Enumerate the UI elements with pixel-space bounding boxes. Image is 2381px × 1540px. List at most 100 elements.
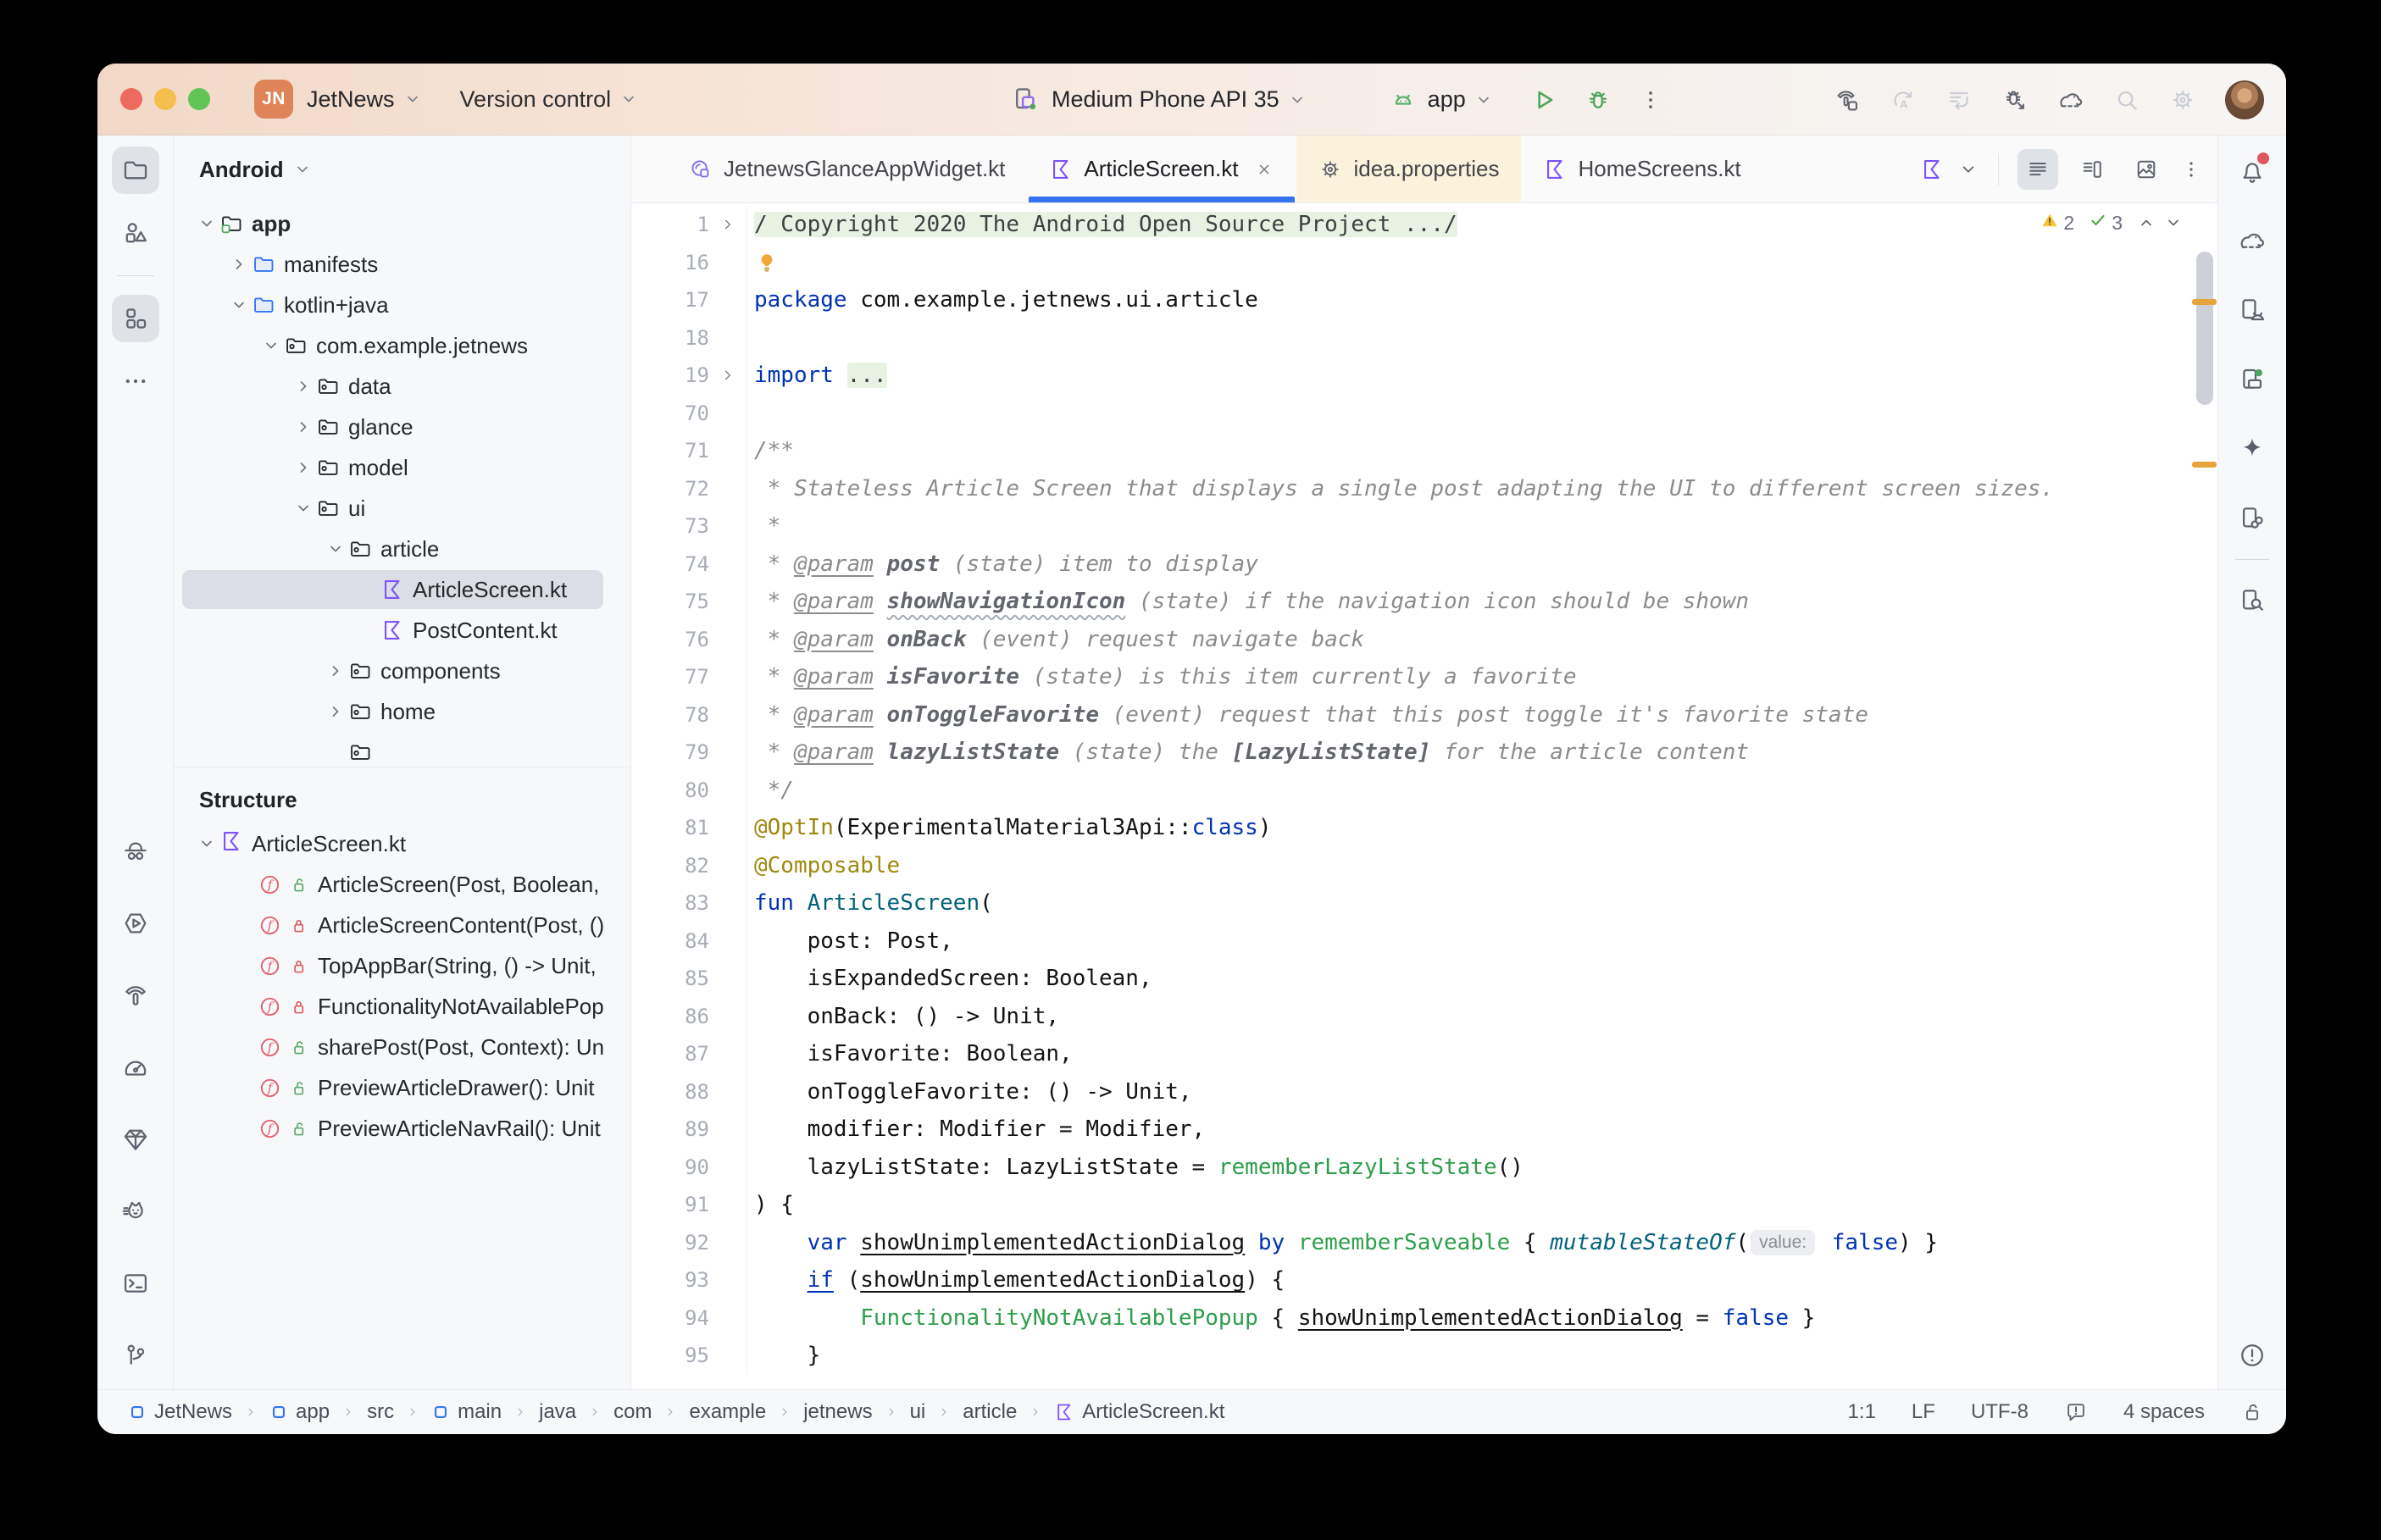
tab-ArticleScreen.kt[interactable]: ArticleScreen.kt <box>1027 136 1296 202</box>
settings-icon[interactable] <box>2169 86 2196 114</box>
intention-bulb-icon[interactable] <box>754 250 780 275</box>
encoding[interactable]: UTF-8 <box>1971 1400 2029 1424</box>
structure-function-ArticleScreen[interactable]: fArticleScreen(Post, Boolean, <box>174 864 630 905</box>
next-problem-icon[interactable] <box>2163 213 2184 233</box>
tree-chevron-icon[interactable] <box>291 417 316 437</box>
zoom-window-button[interactable] <box>188 88 210 110</box>
code-line-83[interactable]: 83fun ArticleScreen( <box>631 884 2217 922</box>
code-line-90[interactable]: 90 lazyListState: LazyListState = rememb… <box>631 1149 2217 1187</box>
resource-manager-icon[interactable] <box>112 209 159 257</box>
code-line-85[interactable]: 85 isExpandedScreen: Boolean, <box>631 960 2217 998</box>
code-line-94[interactable]: 94 FunctionalityNotAvailablePopup { show… <box>631 1299 2217 1338</box>
project-view-selector[interactable]: Android <box>199 157 284 183</box>
tab-HomeScreens.kt[interactable]: HomeScreens.kt <box>1521 136 1762 202</box>
breadcrumb-item-src[interactable]: src <box>367 1400 394 1424</box>
breadcrumb-item-ArticleScreen.kt[interactable]: ArticleScreen.kt <box>1054 1400 1224 1424</box>
code-line-81[interactable]: 81@OptIn(ExperimentalMaterial3Api::class… <box>631 809 2217 847</box>
tree-chevron-icon[interactable] <box>291 457 316 478</box>
line-ending[interactable]: LF <box>1912 1400 1935 1424</box>
tree-chevron-icon[interactable] <box>291 498 316 518</box>
breadcrumb-item-example[interactable]: example <box>689 1400 766 1424</box>
editor-view-split-icon[interactable] <box>2072 149 2112 190</box>
code-line-18[interactable]: 18 <box>631 319 2217 357</box>
fold-arrow-icon[interactable] <box>709 215 746 234</box>
editor-view-preview-icon[interactable] <box>2126 149 2167 190</box>
tree-chevron-icon[interactable] <box>323 661 348 681</box>
structure-function-sharePost[interactable]: fsharePost(Post, Context): Un <box>174 1027 630 1067</box>
code-line-1[interactable]: 1/ Copyright 2020 The Android Open Sourc… <box>631 206 2217 244</box>
app-inspection-icon[interactable] <box>112 1116 159 1163</box>
change-marker[interactable] <box>2192 462 2217 468</box>
tree-chevron-icon[interactable] <box>323 701 348 722</box>
fold-arrow-icon[interactable] <box>709 366 746 385</box>
tree-chevron-icon[interactable] <box>226 295 252 315</box>
device-mirroring-icon[interactable] <box>2228 495 2276 542</box>
project-icon[interactable] <box>112 147 159 194</box>
tree-chevron-icon[interactable] <box>258 335 284 356</box>
run-configuration[interactable]: app <box>1428 86 1466 113</box>
attach-debugger-icon[interactable] <box>2001 86 2029 114</box>
apply-changes-icon[interactable]: A <box>1890 86 1917 114</box>
tree-item-home[interactable]: home <box>174 691 630 732</box>
code-line-80[interactable]: 80 */ <box>631 772 2217 810</box>
code-line-88[interactable]: 88 onToggleFavorite: () -> Unit, <box>631 1073 2217 1111</box>
caret-position[interactable]: 1:1 <box>1848 1400 1876 1424</box>
tree-item-PostContent.kt[interactable]: PostContent.kt <box>174 610 630 651</box>
structure-chevron-icon[interactable] <box>194 834 219 854</box>
build-tool-icon[interactable] <box>112 972 159 1019</box>
profiler-icon[interactable] <box>112 1044 159 1091</box>
device-explorer-icon[interactable] <box>2228 577 2276 624</box>
structure-function-FunctionalityNotAvailablePop[interactable]: fFunctionalityNotAvailablePop <box>174 986 630 1027</box>
build-icon[interactable] <box>1834 86 1861 114</box>
code-line-70[interactable]: 70 <box>631 395 2217 433</box>
code-line-77[interactable]: 77 * @param isFavorite (state) is this i… <box>631 658 2217 696</box>
code-line-19[interactable]: 19import ... <box>631 357 2217 395</box>
inspection-widget[interactable]: 2 3 <box>2040 210 2184 235</box>
structure-function-PreviewArticleDrawer[interactable]: fPreviewArticleDrawer(): Unit <box>174 1067 630 1108</box>
gradle-icon[interactable] <box>2228 217 2276 264</box>
gemini-icon[interactable] <box>2228 425 2276 473</box>
code-line-93[interactable]: 93 if (showUnimplementedActionDialog) { <box>631 1261 2217 1299</box>
code-line-17[interactable]: 17package com.example.jetnews.ui.article <box>631 281 2217 319</box>
code-line-16[interactable]: 16 <box>631 244 2217 282</box>
device-manager-icon[interactable] <box>2228 286 2276 334</box>
gradle-sync-icon[interactable] <box>2057 86 2084 114</box>
structure-function-PreviewArticleNavRail[interactable]: fPreviewArticleNavRail(): Unit <box>174 1108 630 1149</box>
debug-button[interactable] <box>1584 86 1612 114</box>
tree-item-ui[interactable]: ui <box>174 488 630 529</box>
code-line-75[interactable]: 75 * @param showNavigationIcon (state) i… <box>631 583 2217 621</box>
search-everywhere-icon[interactable] <box>2113 86 2140 114</box>
running-devices-icon[interactable] <box>2228 356 2276 403</box>
code-line-84[interactable]: 84 post: Post, <box>631 922 2217 961</box>
tree-chevron-icon[interactable] <box>291 376 316 396</box>
user-avatar[interactable] <box>2225 80 2264 119</box>
tree-item-ArticleScreen.kt[interactable]: ArticleScreen.kt <box>174 569 630 610</box>
code-line-74[interactable]: 74 * @param post (state) item to display <box>631 546 2217 584</box>
file-writable-icon[interactable] <box>2240 1400 2264 1424</box>
tree-item-partial[interactable] <box>174 732 630 767</box>
code-line-71[interactable]: 71/** <box>631 432 2217 470</box>
code-line-95[interactable]: 95 } <box>631 1337 2217 1375</box>
tree-item-kotlin+java[interactable]: kotlin+java <box>174 285 630 325</box>
tree-item-data[interactable]: data <box>174 366 630 407</box>
app-quality-insights-icon[interactable] <box>112 828 159 875</box>
tree-item-article[interactable]: article <box>174 529 630 569</box>
hidden-tabs-chevron-icon[interactable] <box>1957 158 1979 180</box>
code-line-86[interactable]: 86 onBack: () -> Unit, <box>631 998 2217 1036</box>
tree-item-model[interactable]: model <box>174 447 630 488</box>
tab-JetnewsGlanceAppWidget.kt[interactable]: JetnewsGlanceAppWidget.kt <box>667 136 1027 202</box>
minimize-window-button[interactable] <box>154 88 176 110</box>
tab-idea.properties[interactable]: idea.properties <box>1296 136 1521 202</box>
code-line-78[interactable]: 78 * @param onToggleFavorite (event) req… <box>631 696 2217 734</box>
breadcrumb-item-java[interactable]: java <box>539 1400 576 1424</box>
version-control-tool-icon[interactable] <box>112 1332 159 1379</box>
code-line-91[interactable]: 91) { <box>631 1186 2217 1224</box>
device-selector[interactable]: Medium Phone API 35 <box>1052 86 1279 113</box>
breadcrumb-item-main[interactable]: main <box>431 1400 502 1424</box>
tree-item-glance[interactable]: glance <box>174 407 630 447</box>
more-run-options-icon[interactable] <box>1638 87 1663 113</box>
run-button[interactable] <box>1529 86 1558 114</box>
apply-code-changes-icon[interactable] <box>1945 86 1973 114</box>
code-line-72[interactable]: 72 * Stateless Article Screen that displ… <box>631 470 2217 508</box>
editor-scrollbar[interactable] <box>2196 252 2213 405</box>
